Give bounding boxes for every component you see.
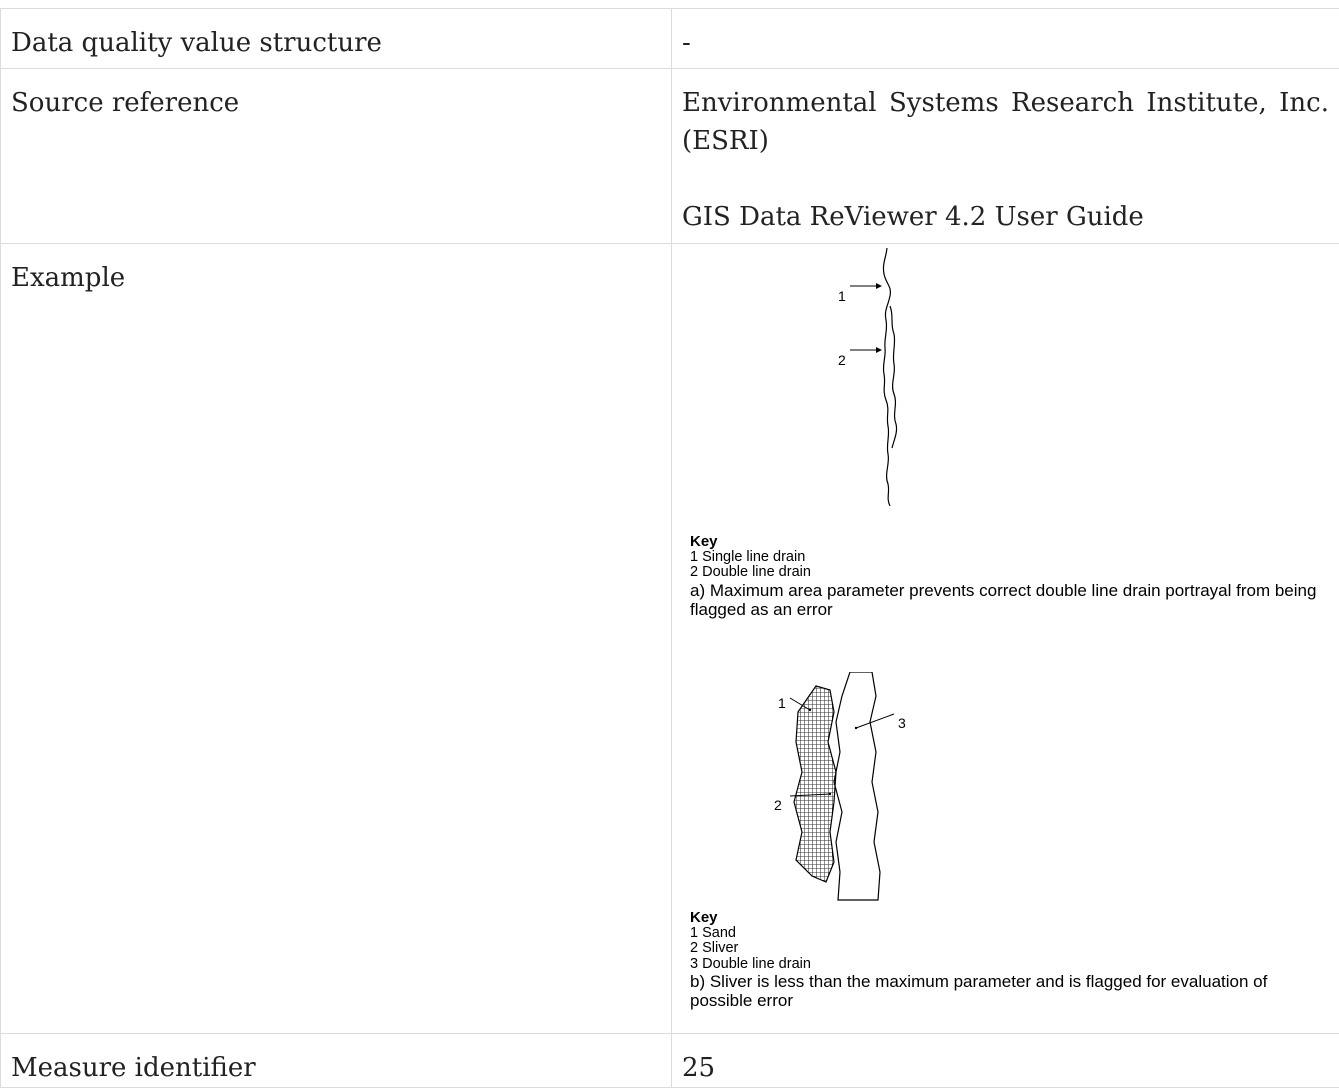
row-value: 25 [672,1034,1339,1087]
row-label: Data quality value structure [1,9,671,62]
row-value: - [672,9,1339,62]
example-figures: 1 2 Key 1 Single line drain 2 Double lin… [672,244,1339,1033]
source-document-title: GIS Data ReViewer 4.2 User Guide [682,198,1329,236]
table-row-source-reference: Source reference Environmental Systems R… [1,69,1339,244]
callout-1: 1 [778,684,786,722]
row-label: Measure identifier [1,1034,671,1087]
key-item: 2 Sliver [690,941,1330,957]
key-item: 2 Double line drain [690,565,1330,581]
callout-1: 1 [838,277,846,315]
key-item: 1 Sand [690,926,1330,942]
figure-a-svg [832,244,952,506]
callout-2: 2 [774,786,782,824]
value-cell: 25 [672,1034,1339,1088]
value-cell: 1 2 Key 1 Single line drain 2 Double lin… [672,244,1339,1034]
label-cell: Example [1,244,672,1034]
figure-b-sliver-drawing: 1 2 3 [772,672,932,912]
source-organization: Environmental Systems Research Institute… [682,84,1329,160]
row-label: Source reference [1,69,671,122]
table-row-data-quality-value-structure: Data quality value structure - [1,9,1339,69]
label-cell: Source reference [1,69,672,244]
source-reference-content: Environmental Systems Research Institute… [672,69,1339,236]
figure-a-key: Key 1 Single line drain 2 Double line dr… [690,534,1330,619]
figure-b-key: Key 1 Sand 2 Sliver 3 Double line drain … [690,910,1330,1010]
key-item: 1 Single line drain [690,550,1330,566]
figure-b-caption: b) Sliver is less than the maximum param… [690,972,1330,1010]
measure-spec-table: Data quality value structure - Source re… [0,8,1339,1088]
figure-b-svg [772,672,932,912]
figure-a-caption: a) Maximum area parameter prevents corre… [690,581,1330,619]
key-title: Key [690,910,1330,926]
value-cell: - [672,9,1339,69]
label-cell: Data quality value structure [1,9,672,69]
figure-a-drain-drawing: 1 2 [832,244,952,506]
value-cell: Environmental Systems Research Institute… [672,69,1339,244]
key-item: 3 Double line drain [690,957,1330,973]
label-cell: Measure identifier [1,1034,672,1088]
callout-2: 2 [838,341,846,379]
key-title: Key [690,534,1330,550]
callout-3: 3 [898,704,906,742]
table-row-measure-identifier: Measure identifier 25 [1,1034,1339,1088]
row-label: Example [1,244,671,297]
table-row-example: Example [1,244,1339,1034]
